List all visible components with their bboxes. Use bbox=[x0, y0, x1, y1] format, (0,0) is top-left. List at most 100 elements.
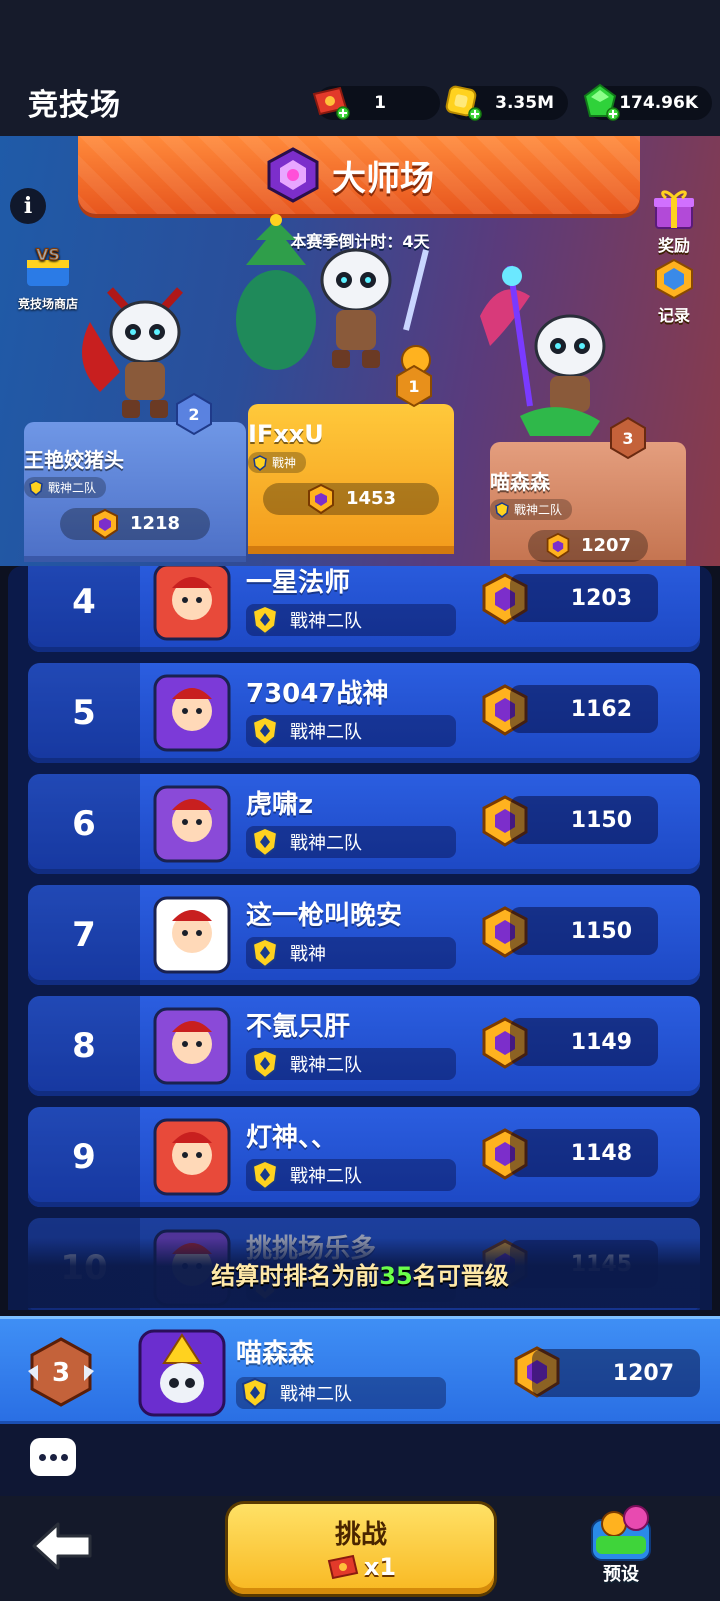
my-name: 喵森森 bbox=[236, 1339, 315, 1369]
chat-dot bbox=[60, 1453, 68, 1461]
player-avatar bbox=[153, 566, 231, 641]
player-team: 戰神二队 bbox=[246, 1159, 456, 1191]
page-title: 竞技场 bbox=[28, 88, 121, 123]
chat-bar bbox=[0, 1424, 720, 1496]
preset-button[interactable]: 预设 bbox=[578, 1502, 664, 1586]
player-team-label: 戰神二队 bbox=[290, 1055, 362, 1076]
player-name: 这一枪叫晚安 bbox=[246, 901, 403, 931]
player-avatar bbox=[153, 674, 231, 752]
info-button[interactable]: i bbox=[10, 188, 46, 224]
leaderboard-row[interactable]: 8 不氪只肝 戰神二队 1149 bbox=[28, 996, 700, 1096]
player-score: 1150 bbox=[510, 907, 658, 955]
player-name: 灯神、、 bbox=[246, 1123, 338, 1153]
gem-counter[interactable]: 174.96K bbox=[583, 83, 712, 121]
vs-shop-icon: VS bbox=[27, 245, 69, 286]
top-bar: 竞技场 1 3.35M 174.96K bbox=[0, 0, 720, 136]
second-place-score: 1218 bbox=[60, 507, 210, 540]
player-avatar bbox=[153, 1007, 231, 1085]
preset-icon bbox=[591, 1505, 651, 1561]
leaderboard-row[interactable]: 5 73047战神 戰神二队 1162 bbox=[28, 663, 700, 763]
hero-section: 大师场 本赛季倒计时：4天 i VS 竞技场商店 奖励 记录 1 IFxxU 戰… bbox=[0, 136, 720, 566]
rank-1-badge-icon: 1 bbox=[396, 364, 432, 408]
preset-label: 预设 bbox=[603, 1564, 639, 1585]
info-icon: i bbox=[23, 193, 33, 219]
gold-icon bbox=[445, 85, 482, 121]
team-shield-icon bbox=[251, 1159, 279, 1191]
player-team: 戰神二队 bbox=[246, 604, 456, 636]
rewards-button[interactable]: 奖励 bbox=[642, 186, 706, 256]
rank-1-number: 1 bbox=[408, 377, 419, 396]
player-score: 1162 bbox=[510, 685, 658, 733]
trophy-shield-icon bbox=[91, 508, 118, 539]
rank-2-number: 2 bbox=[188, 405, 199, 424]
challenge-button[interactable]: 挑战 x1 bbox=[228, 1504, 494, 1594]
player-score: 1203 bbox=[510, 574, 658, 622]
gold-counter[interactable]: 3.35M bbox=[445, 85, 568, 121]
player-name: 一星法师 bbox=[246, 568, 351, 598]
ticket-counter[interactable]: 1 bbox=[312, 86, 440, 120]
my-rank-badge-icon: 3 bbox=[28, 1337, 94, 1407]
third-place-team-label: 戰神二队 bbox=[514, 503, 563, 517]
rank-3-badge-icon: 3 bbox=[610, 416, 646, 460]
back-arrow-icon[interactable] bbox=[28, 1516, 98, 1576]
team-shield-icon bbox=[251, 937, 279, 969]
row-rank: 4 bbox=[28, 566, 140, 652]
team-shield-icon bbox=[253, 454, 267, 471]
player-avatar bbox=[153, 785, 231, 863]
rank-2-badge-icon: 2 bbox=[176, 392, 212, 436]
third-place-score-value: 1207 bbox=[580, 535, 632, 556]
gift-icon bbox=[654, 190, 694, 229]
my-rank-row[interactable]: 3 喵森森 戰神二队 1207 bbox=[0, 1316, 720, 1424]
player-name: 不氪只肝 bbox=[246, 1012, 351, 1042]
second-place-name: 王艳姣猪头 bbox=[24, 448, 124, 472]
player-name: 虎啸z bbox=[246, 790, 314, 820]
player-team: 戰神 bbox=[246, 937, 456, 969]
rewards-label: 奖励 bbox=[657, 236, 690, 255]
podium-third[interactable]: 3 喵森森 戰神二队 1207 bbox=[490, 416, 686, 566]
row-rank: 5 bbox=[28, 663, 140, 763]
my-rank-number: 3 bbox=[52, 1358, 70, 1388]
third-place-score: 1207 bbox=[528, 529, 648, 562]
promotion-number: 35 bbox=[379, 1262, 413, 1290]
leaderboard-row[interactable]: 9 灯神、、 戰神二队 1148 bbox=[28, 1107, 700, 1207]
team-shield-icon bbox=[29, 479, 43, 496]
ticket-icon bbox=[327, 1554, 359, 1580]
chat-dot bbox=[49, 1453, 57, 1461]
trophy-shield-icon bbox=[307, 483, 334, 514]
first-place-score-value: 1453 bbox=[345, 488, 397, 509]
challenge-cost: x1 bbox=[326, 1553, 396, 1581]
team-shield-icon bbox=[241, 1377, 269, 1409]
challenge-cost-value: x1 bbox=[363, 1553, 397, 1581]
my-team: 戰神二队 bbox=[236, 1377, 446, 1409]
chat-button[interactable] bbox=[30, 1438, 76, 1476]
first-place-name: IFxxU bbox=[248, 420, 324, 448]
leaderboard-row[interactable]: 6 虎啸z 戰神二队 1150 bbox=[28, 774, 700, 874]
player-team-label: 戰神二队 bbox=[290, 833, 362, 854]
podium-second[interactable]: 2 王艳姣猪头 戰神二队 1218 bbox=[24, 392, 246, 562]
chat-dot bbox=[38, 1453, 46, 1461]
podium-first[interactable]: 1 IFxxU 戰神 1453 bbox=[248, 364, 454, 554]
challenge-label: 挑战 bbox=[334, 1520, 387, 1550]
first-place-score: 1453 bbox=[263, 482, 439, 515]
first-place-team: 戰神 bbox=[248, 452, 307, 473]
leaderboard-row[interactable]: 7 这一枪叫晚安 戰神 1150 bbox=[28, 885, 700, 985]
second-place-team-label: 戰神二队 bbox=[48, 481, 97, 495]
first-place-team-label: 戰神 bbox=[272, 456, 297, 470]
my-team-label: 戰神二队 bbox=[280, 1384, 352, 1405]
second-place-team: 戰神二队 bbox=[24, 477, 107, 498]
player-team-label: 戰神 bbox=[290, 944, 326, 965]
promotion-text-post: 名可晋级 bbox=[412, 1262, 509, 1290]
leaderboard-row[interactable]: 4 一星法师戰神二队 1203 bbox=[28, 566, 700, 652]
ranking-list[interactable]: 4 一星法师 戰神二队 1203 5 73047战神 戰神二队 1162 6 虎啸z 戰神二队 115… bbox=[8, 566, 712, 1310]
gold-amount: 3.35M bbox=[495, 93, 554, 113]
gem-amount: 174.96K bbox=[619, 93, 698, 113]
league-title: 大师场 bbox=[264, 146, 434, 204]
svg-text:VS: VS bbox=[36, 246, 60, 264]
trophy-shield-icon bbox=[546, 532, 570, 559]
team-shield-icon bbox=[251, 715, 279, 747]
third-place-team: 戰神二队 bbox=[490, 499, 573, 520]
player-avatar bbox=[153, 1118, 231, 1196]
player-avatar bbox=[153, 896, 231, 974]
row-rank: 8 bbox=[28, 996, 140, 1096]
player-team-label: 戰神二队 bbox=[290, 1166, 362, 1187]
